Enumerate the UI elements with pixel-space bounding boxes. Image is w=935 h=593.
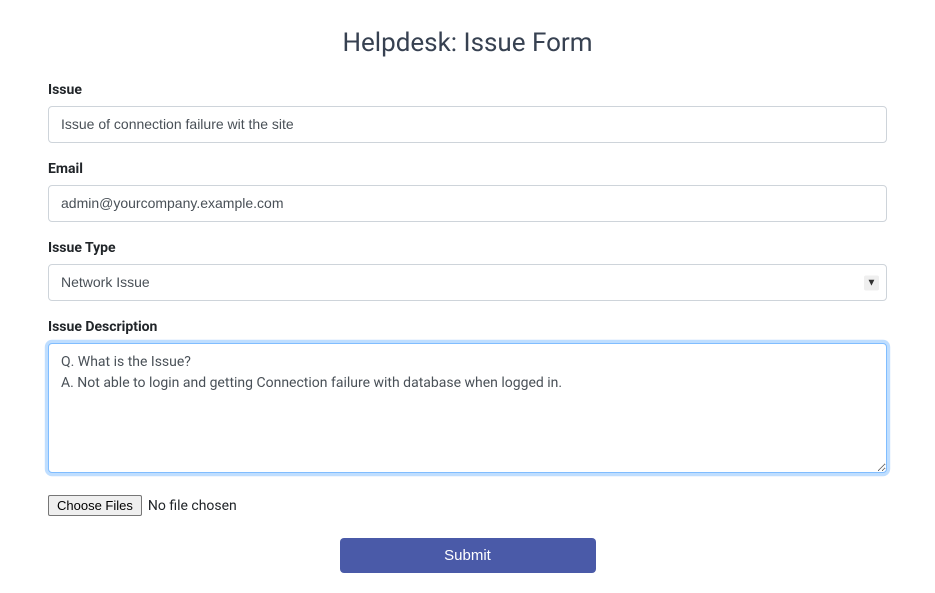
issue-type-group: Issue Type Network Issue ▼ (48, 240, 887, 301)
submit-row: Submit (48, 538, 887, 573)
description-group: Issue Description Q. What is the Issue? … (48, 319, 887, 477)
issue-label: Issue (48, 82, 887, 98)
email-input[interactable] (48, 185, 887, 222)
issue-input[interactable] (48, 106, 887, 143)
email-group: Email (48, 161, 887, 222)
page-title: Helpdesk: Issue Form (48, 28, 887, 58)
form-container: Helpdesk: Issue Form Issue Email Issue T… (0, 0, 935, 593)
description-textarea[interactable]: Q. What is the Issue? A. Not able to log… (48, 343, 887, 473)
description-label: Issue Description (48, 319, 887, 335)
file-status-text: No file chosen (148, 498, 237, 514)
file-upload-row: Choose Files No file chosen (48, 495, 887, 516)
issue-type-label: Issue Type (48, 240, 887, 256)
issue-type-select[interactable]: Network Issue (48, 264, 887, 301)
issue-type-select-wrapper: Network Issue ▼ (48, 264, 887, 301)
choose-files-button[interactable]: Choose Files (48, 495, 142, 516)
issue-group: Issue (48, 82, 887, 143)
submit-button[interactable]: Submit (340, 538, 596, 573)
email-label: Email (48, 161, 887, 177)
